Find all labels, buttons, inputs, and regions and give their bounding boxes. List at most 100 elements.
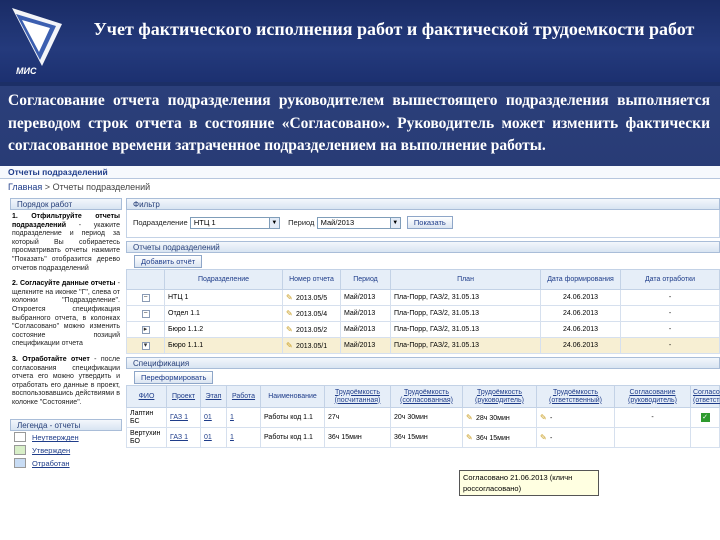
agreed-cell: 20ч 30мин bbox=[390, 407, 463, 428]
column-header[interactable]: Этап bbox=[200, 385, 227, 408]
column-header[interactable]: Трудоёмкость (руководитель) bbox=[462, 385, 537, 408]
plan-cell: Пла-Порр, ГАЗ/2, 31.05.13 bbox=[390, 321, 541, 338]
column-header[interactable]: Дата отработки bbox=[620, 269, 720, 290]
processed-cell: - bbox=[620, 289, 720, 306]
pencil-icon[interactable]: ✎ bbox=[540, 413, 550, 422]
table-row[interactable]: Лаптин БС ГАЗ 1 01 1 Работы код 1.1 27ч … bbox=[126, 407, 720, 428]
column-header[interactable]: Согласование (ответственный) bbox=[690, 385, 720, 408]
tree-toggle-icon[interactable]: − bbox=[141, 309, 150, 318]
pencil-icon[interactable]: ✎ bbox=[466, 433, 476, 442]
column-header[interactable]: Подразделение bbox=[164, 269, 283, 290]
table-row[interactable]: ▸ Бюро 1.1.2 ✎ 2013.05/2 Май/2013 Пла-Пор… bbox=[126, 321, 720, 338]
slide-title: Учет фактического исполнения работ и фак… bbox=[93, 19, 695, 39]
project-cell[interactable]: ГАЗ 1 bbox=[166, 407, 201, 428]
manager-cell[interactable]: ✎ 36ч 15мин bbox=[462, 427, 537, 448]
period-cell: Май/2013 bbox=[340, 289, 391, 306]
pencil-icon[interactable]: ✎ bbox=[466, 413, 476, 422]
breadcrumb-separator: > bbox=[44, 182, 51, 192]
number-cell: ✎ 2013.05/1 bbox=[282, 337, 341, 354]
plan-cell: Пла-Порр, ГАЗ/2, 31.05.13 bbox=[390, 305, 541, 322]
column-header[interactable]: Трудоёмкость (согласованная) bbox=[390, 385, 463, 408]
resp-state-cell: ✓ bbox=[690, 407, 720, 428]
dept-cell: Бюро 1.1.1 bbox=[164, 337, 283, 354]
tree-toggle-icon[interactable]: ▾ bbox=[141, 341, 150, 350]
tree-toggle-icon[interactable]: − bbox=[141, 293, 150, 302]
calc-cell: 27ч bbox=[324, 407, 391, 428]
column-header[interactable]: ФИО bbox=[126, 385, 167, 408]
column-header[interactable]: План bbox=[390, 269, 541, 290]
fio-cell: Вертухин БО bbox=[126, 427, 167, 448]
reports-toolbar: Добавить отчёт bbox=[126, 253, 720, 269]
legend-item-unapproved[interactable]: Неутвержден bbox=[10, 431, 122, 444]
column-header[interactable]: Дата формирования bbox=[540, 269, 621, 290]
tooltip-line: россогласовано) bbox=[463, 484, 522, 493]
table-row[interactable]: Вертухин БО ГАЗ 1 01 1 Работы код 1.1 36… bbox=[126, 427, 720, 448]
slide-description: Согласование отчета подразделения руково… bbox=[8, 92, 710, 154]
number-cell: ✎ 2013.05/5 bbox=[282, 289, 341, 306]
pencil-icon[interactable]: ✎ bbox=[286, 309, 296, 318]
pencil-icon[interactable]: ✎ bbox=[540, 433, 550, 442]
dept-select[interactable]: НТЦ 1 ▼ bbox=[189, 216, 280, 229]
manager-cell[interactable]: ✎ 28ч 30мин bbox=[462, 407, 537, 428]
stage-cell[interactable]: 01 bbox=[200, 407, 227, 428]
step-item: 2. Согласуйте данные отчеты - щелкните н… bbox=[12, 280, 120, 348]
resp-cell[interactable]: ✎ - bbox=[536, 407, 615, 428]
legend-item-processed[interactable]: Отработан bbox=[10, 457, 122, 470]
pencil-icon[interactable]: ✎ bbox=[286, 325, 296, 334]
period-cell: Май/2013 bbox=[340, 321, 391, 338]
column-header[interactable]: Согласование (руководитель) bbox=[614, 385, 691, 408]
column-header bbox=[126, 269, 165, 290]
left-panel: Порядок работ 1. Отфильтруйте отчеты под… bbox=[10, 198, 122, 540]
breadcrumb-current: Отчеты подразделений bbox=[52, 182, 151, 192]
pencil-icon[interactable]: ✎ bbox=[286, 341, 296, 350]
column-header: Наименование bbox=[260, 385, 325, 408]
agreed-cell: 36ч 15мин bbox=[390, 427, 463, 448]
column-header[interactable]: Трудоёмкость (посчитанная) bbox=[324, 385, 391, 408]
spec-panel-title: Спецификация bbox=[126, 357, 720, 369]
work-cell[interactable]: 1 bbox=[226, 427, 261, 448]
work-order-steps: 1. Отфильтруйте отчеты подразделений - у… bbox=[10, 210, 122, 417]
add-report-button[interactable]: Добавить отчёт bbox=[134, 255, 203, 268]
show-button[interactable]: Показать bbox=[406, 216, 453, 229]
dept-cell: Отдел 1.1 bbox=[164, 305, 283, 322]
check-icon[interactable]: ✓ bbox=[700, 413, 710, 422]
legend-swatch bbox=[14, 458, 26, 469]
column-header[interactable]: Проект bbox=[166, 385, 201, 408]
processed-cell: - bbox=[620, 321, 720, 338]
column-header[interactable]: Период bbox=[340, 269, 391, 290]
period-select[interactable]: Май/2013 ▼ bbox=[316, 216, 401, 229]
legend-item-approved[interactable]: Утвержден bbox=[10, 444, 122, 457]
logo-text: МИС bbox=[16, 66, 37, 76]
column-header[interactable]: Трудоёмкость (ответственный) bbox=[536, 385, 615, 408]
step-item: 3. Отработайте отчет - после согласовани… bbox=[12, 355, 121, 406]
reports-panel-title: Отчеты подразделений bbox=[126, 241, 720, 253]
name-cell: Работы код 1.1 bbox=[260, 407, 325, 428]
processed-cell: - bbox=[620, 305, 720, 322]
breadcrumb-home-link[interactable]: Главная bbox=[8, 182, 42, 192]
stage-cell[interactable]: 01 bbox=[200, 427, 227, 448]
created-cell: 24.06.2013 bbox=[540, 289, 621, 306]
slide-header: МИС Учет фактического исполнения работ и… bbox=[0, 0, 720, 82]
plan-cell: Пла-Порр, ГАЗ/2, 31.05.13 bbox=[390, 289, 541, 306]
created-cell: 24.06.2013 bbox=[540, 305, 621, 322]
column-header[interactable]: Номер отчета bbox=[282, 269, 341, 290]
dept-label: Подразделение bbox=[133, 218, 188, 227]
agreement-tooltip: Согласовано 21.06.2013 (кличн россогласо… bbox=[459, 470, 599, 496]
table-row-selected[interactable]: ▾ Бюро 1.1.1 ✎ 2013.05/1 Май/2013 Пла-Пор… bbox=[126, 337, 720, 354]
tree-toggle-icon[interactable]: ▸ bbox=[141, 325, 150, 334]
filter-panel: Подразделение НТЦ 1 ▼ Период Май/2013 ▼ По… bbox=[126, 210, 720, 238]
chevron-down-icon: ▼ bbox=[268, 217, 279, 228]
column-header[interactable]: Работа bbox=[226, 385, 261, 408]
period-label: Период bbox=[288, 218, 315, 227]
breadcrumb: Главная > Отчеты подразделений bbox=[0, 179, 720, 195]
plan-cell: Пла-Порр, ГАЗ/2, 31.05.13 bbox=[390, 337, 541, 354]
reform-button[interactable]: Переформировать bbox=[134, 371, 214, 384]
work-cell[interactable]: 1 bbox=[226, 407, 261, 428]
period-cell: Май/2013 bbox=[340, 337, 391, 354]
table-row[interactable]: − Отдел 1.1 ✎ 2013.05/4 Май/2013 Пла-Порр… bbox=[126, 305, 720, 322]
project-cell[interactable]: ГАЗ 1 bbox=[166, 427, 201, 448]
resp-cell[interactable]: ✎ - bbox=[536, 427, 615, 448]
mgr-state-cell: - bbox=[614, 407, 691, 428]
table-row[interactable]: − НТЦ 1 ✎ 2013.05/5 Май/2013 Пла-Порр, ГА… bbox=[126, 289, 720, 306]
pencil-icon[interactable]: ✎ bbox=[286, 293, 296, 302]
